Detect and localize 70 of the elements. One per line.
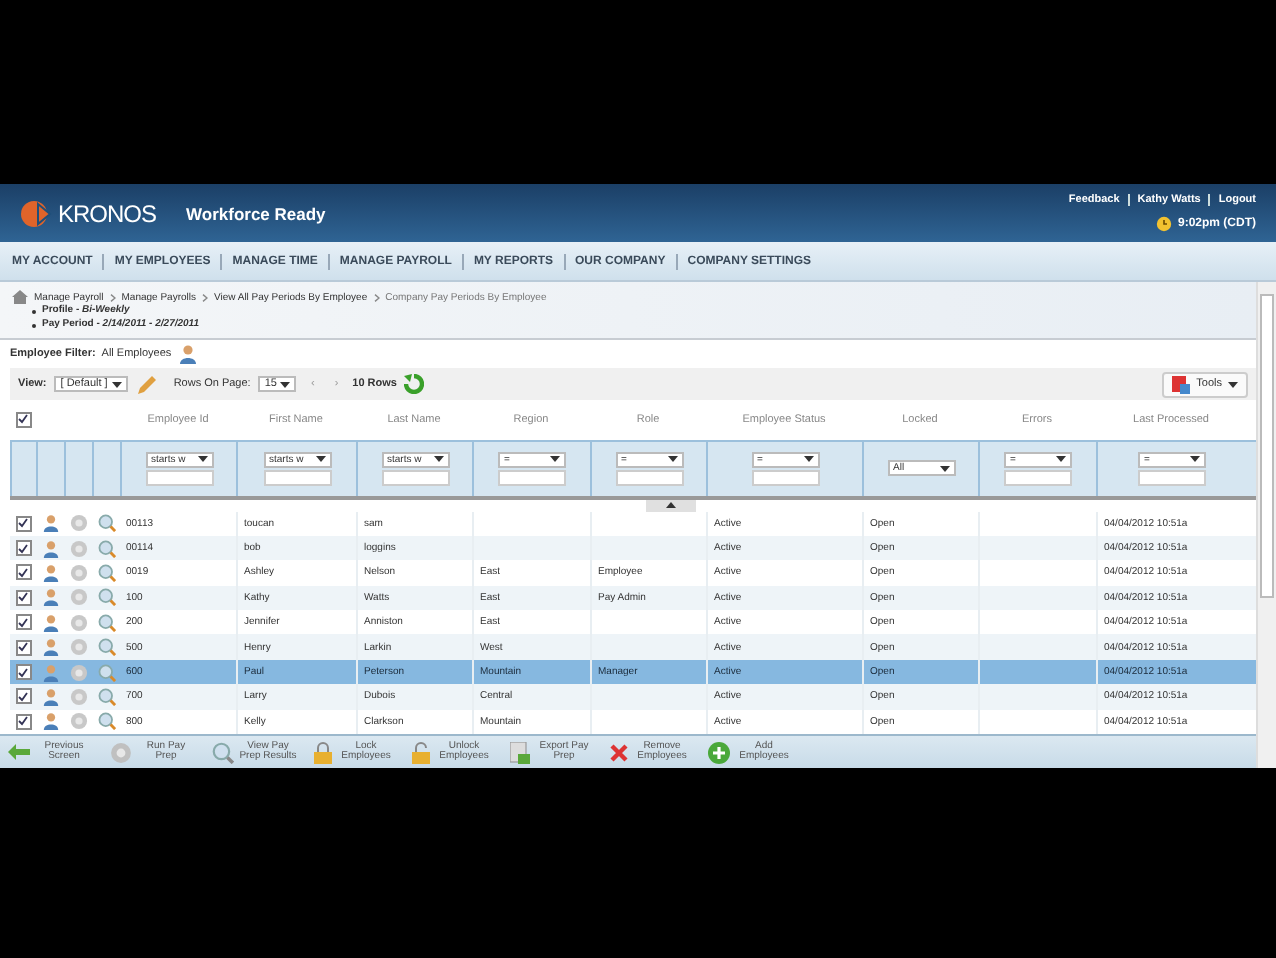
row-checkbox[interactable]: [15, 540, 31, 557]
filter-input[interactable]: [1138, 469, 1206, 486]
filter-input[interactable]: [145, 469, 213, 486]
clock-icon: [1155, 216, 1172, 232]
person-icon[interactable]: [41, 613, 59, 632]
filter-input[interactable]: [1004, 469, 1072, 486]
chevron-icon: [202, 293, 208, 301]
vertical-scrollbar[interactable]: [1256, 282, 1276, 768]
search-icon[interactable]: [97, 588, 115, 607]
caret-icon: [550, 456, 560, 463]
search-icon: [212, 741, 234, 764]
chevron-icon: [373, 293, 380, 301]
search-icon[interactable]: [97, 539, 115, 558]
row-checkbox[interactable]: [15, 639, 31, 656]
caret-icon: [1190, 456, 1200, 463]
row-checkbox[interactable]: [15, 713, 31, 730]
collapse-handle[interactable]: [646, 499, 696, 512]
person-icon[interactable]: [41, 539, 59, 558]
search-icon[interactable]: [97, 613, 115, 632]
row-checkbox[interactable]: [15, 614, 31, 631]
product-name: Workforce Ready: [186, 203, 326, 223]
close-icon: [610, 743, 628, 762]
refresh-icon[interactable]: [404, 374, 425, 394]
document-icon: [510, 741, 530, 764]
filter-input[interactable]: [263, 469, 331, 486]
row-checkbox[interactable]: [15, 664, 31, 681]
search-icon[interactable]: [97, 638, 115, 657]
caret-icon: [803, 456, 813, 463]
caret-icon: [197, 456, 207, 463]
row-checkbox[interactable]: [15, 688, 31, 705]
search-icon[interactable]: [97, 687, 115, 706]
person-icon[interactable]: [41, 663, 59, 682]
tools-icon: [1172, 375, 1191, 393]
person-icon[interactable]: [177, 344, 198, 365]
person-icon[interactable]: [41, 588, 59, 607]
person-icon[interactable]: [41, 687, 59, 706]
caret-icon: [433, 456, 443, 463]
caret-icon: [111, 381, 122, 387]
select-all-checkbox[interactable]: [15, 411, 31, 428]
chevron-icon: [109, 293, 116, 301]
pencil-icon[interactable]: [135, 373, 158, 395]
search-icon[interactable]: [97, 663, 115, 682]
person-icon[interactable]: [41, 712, 59, 731]
filter-input[interactable]: [751, 469, 819, 486]
row-checkbox[interactable]: [15, 564, 31, 581]
lock-icon: [314, 741, 332, 764]
person-icon[interactable]: [41, 638, 59, 657]
row-checkbox[interactable]: [15, 515, 31, 532]
person-icon[interactable]: [41, 563, 59, 582]
caret-icon: [1228, 381, 1238, 387]
row-checkbox[interactable]: [15, 589, 31, 606]
search-icon[interactable]: [97, 563, 115, 582]
logo-mark-icon: [20, 199, 52, 227]
left-arrow-icon: [8, 744, 30, 761]
filter-input[interactable]: [381, 469, 449, 486]
caret-icon: [939, 465, 949, 472]
plus-icon: [708, 741, 730, 764]
gear-icon: [110, 741, 132, 764]
logo-text: KRONOS: [58, 199, 157, 227]
caret-icon: [667, 456, 677, 463]
home-icon: [12, 290, 28, 304]
filter-input[interactable]: [498, 469, 566, 486]
caret-icon: [1056, 456, 1066, 463]
person-icon[interactable]: [41, 514, 59, 533]
caret-icon: [315, 456, 325, 463]
search-icon[interactable]: [97, 514, 115, 533]
unlocked-lock-icon: [412, 741, 430, 764]
filter-input[interactable]: [615, 469, 683, 486]
search-icon[interactable]: [97, 712, 115, 731]
caret-icon: [280, 381, 291, 387]
